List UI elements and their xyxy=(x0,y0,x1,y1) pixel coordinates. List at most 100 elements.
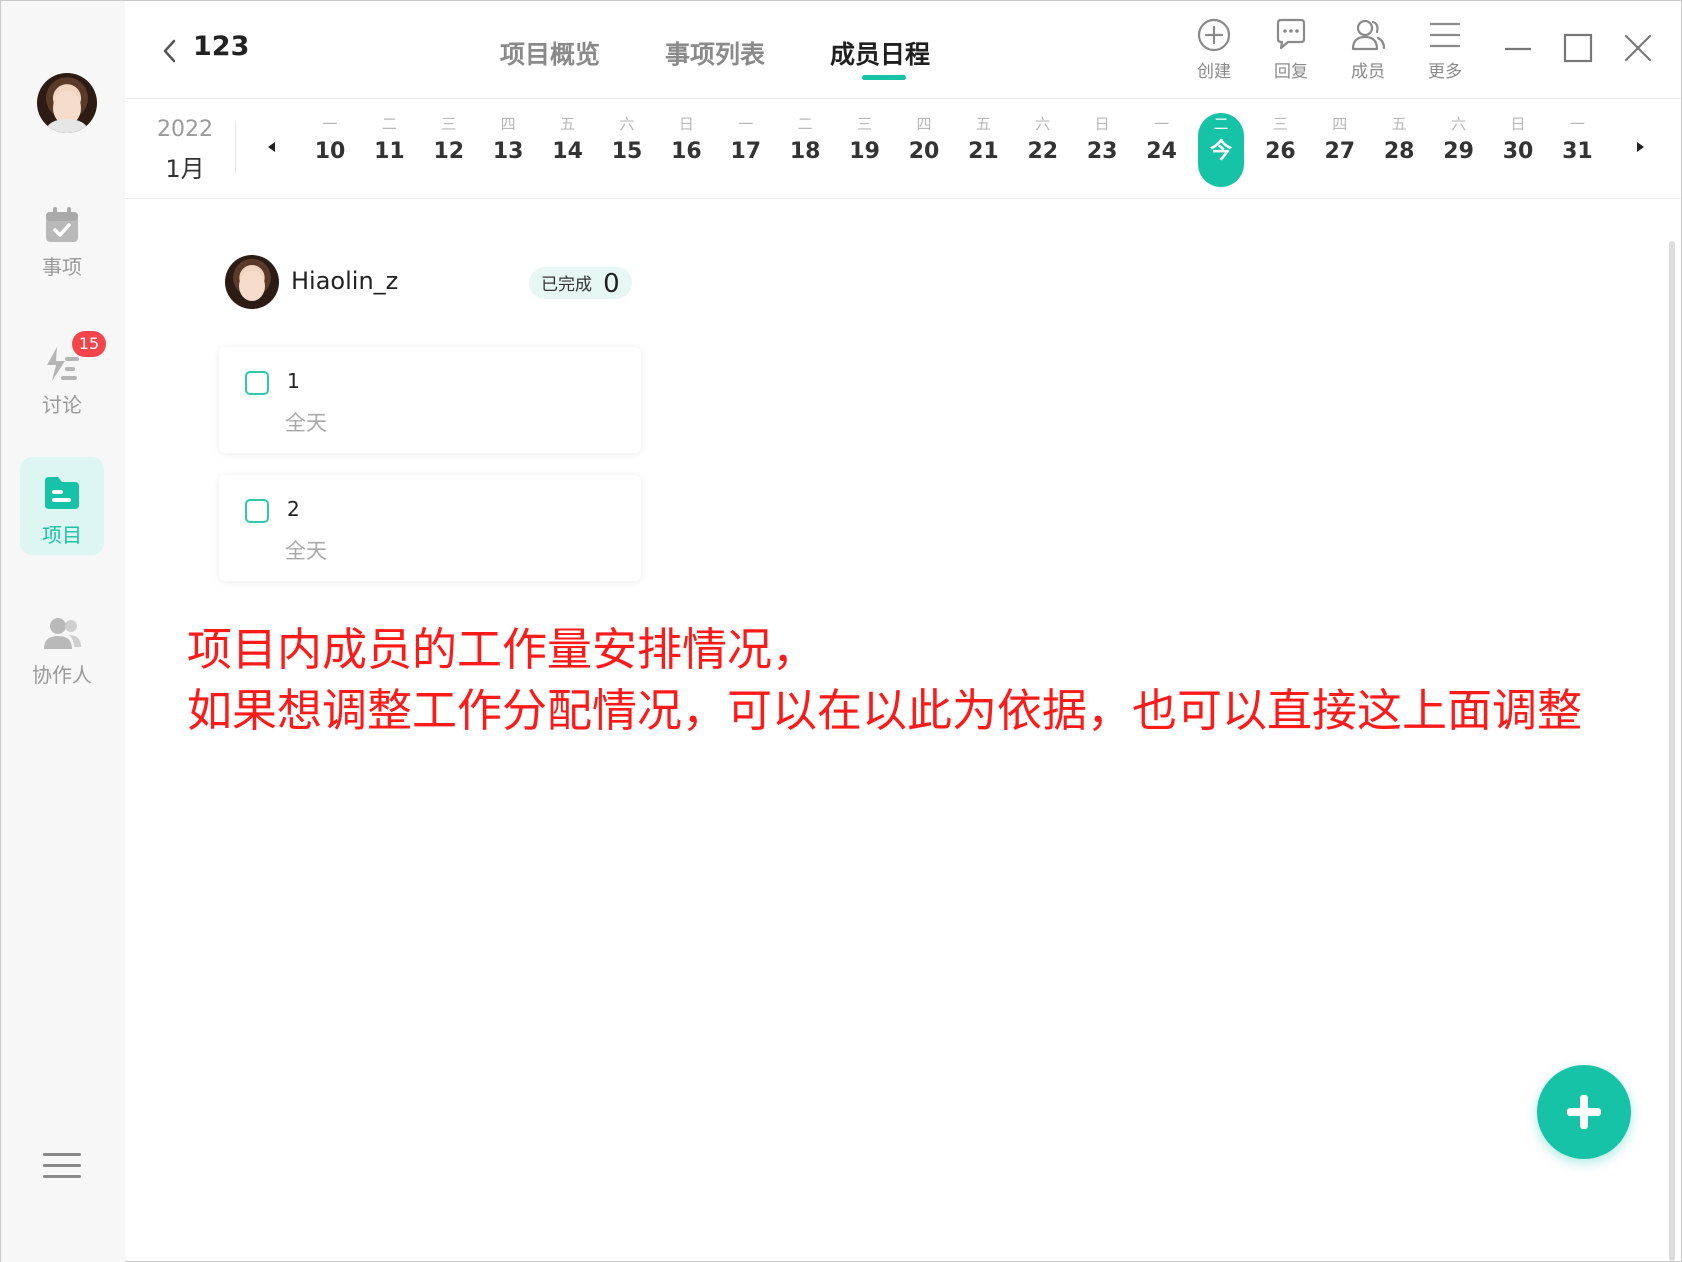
calendar-month[interactable]: 1月 xyxy=(155,149,215,184)
day-cell[interactable]: 六 15 xyxy=(604,113,650,187)
members-icon xyxy=(1351,19,1386,51)
task-card[interactable]: 2 全天 xyxy=(219,475,641,581)
members-label: 成员 xyxy=(1351,62,1385,82)
weekday-label: 四 xyxy=(916,115,932,133)
sidebar-item-projects[interactable]: 项目 xyxy=(20,457,104,555)
day-number: 23 xyxy=(1086,139,1118,164)
completed-count: 0 xyxy=(603,269,620,299)
weekday-label: 五 xyxy=(975,115,991,133)
day-cell[interactable]: 三 12 xyxy=(426,113,472,187)
day-cell[interactable]: 二 11 xyxy=(366,113,412,187)
active-tab-indicator xyxy=(862,75,906,80)
sidebar-item-label: 讨论 xyxy=(42,393,82,417)
tab-task-list[interactable]: 事项列表 xyxy=(665,35,765,71)
add-floating-button[interactable] xyxy=(1537,1065,1631,1159)
day-cell[interactable]: 五 28 xyxy=(1376,113,1422,187)
reply-button[interactable]: 回复 xyxy=(1261,17,1321,82)
annotation-text: 项目内成员的工作量安排情况， 如果想调整工作分配情况，可以在以此为依据，也可以直… xyxy=(187,619,1607,741)
create-label: 创建 xyxy=(1197,62,1231,82)
day-number: 15 xyxy=(611,139,643,164)
app-window: 事项 15 讨论 项目 协作人 123 项目概览 事项列表 成员日程 创建 回复… xyxy=(0,0,1682,1262)
annotation-line-1: 项目内成员的工作量安排情况， xyxy=(187,623,818,676)
day-number: 21 xyxy=(968,139,999,164)
weekday-label: 三 xyxy=(857,115,873,133)
plus-icon-vertical xyxy=(1580,1095,1588,1129)
day-number: 14 xyxy=(552,139,583,164)
day-cell[interactable]: 三 26 xyxy=(1257,113,1303,187)
minimize-icon[interactable] xyxy=(1501,31,1535,65)
prev-week-arrow-icon[interactable] xyxy=(265,139,279,155)
task-checkbox[interactable] xyxy=(245,499,269,523)
weekday-label: 五 xyxy=(560,115,576,133)
day-cell[interactable]: 四 13 xyxy=(485,113,531,187)
day-cell-today[interactable]: 二今 xyxy=(1198,113,1244,187)
avatar-face xyxy=(239,271,265,301)
day-cell[interactable]: 六 22 xyxy=(1020,113,1066,187)
weekday-label: 三 xyxy=(1272,115,1288,133)
weekday-label: 四 xyxy=(1332,115,1348,133)
day-cell[interactable]: 一 17 xyxy=(723,113,769,187)
day-cell[interactable]: 三 19 xyxy=(842,113,888,187)
day-cell[interactable]: 日 23 xyxy=(1079,113,1125,187)
task-time: 全天 xyxy=(285,411,327,435)
day-cell[interactable]: 一 31 xyxy=(1554,113,1600,187)
weekday-label: 六 xyxy=(1451,115,1467,133)
close-icon[interactable] xyxy=(1621,31,1655,65)
weekday-label: 二 xyxy=(797,115,813,133)
annotation-line-2: 如果想调整工作分配情况，可以在以此为依据，也可以直接这上面调整 xyxy=(187,684,1583,737)
calendar-check-icon xyxy=(46,207,78,242)
weekday-label: 一 xyxy=(738,115,754,133)
day-cell[interactable]: 四 20 xyxy=(901,113,947,187)
maximize-icon[interactable] xyxy=(1561,31,1595,65)
create-button[interactable]: 创建 xyxy=(1184,17,1244,82)
back-arrow-icon[interactable] xyxy=(159,33,179,69)
day-cell[interactable]: 四 27 xyxy=(1317,113,1363,187)
day-cell[interactable]: 五 21 xyxy=(960,113,1006,187)
weekday-label: 六 xyxy=(619,115,635,133)
day-number: 16 xyxy=(671,139,702,164)
day-number: 今 xyxy=(1209,139,1232,164)
members-button[interactable]: 成员 xyxy=(1338,17,1398,82)
day-cell[interactable]: 一 10 xyxy=(307,113,353,187)
weekday-label: 四 xyxy=(500,115,516,133)
day-cell[interactable]: 日 30 xyxy=(1495,113,1541,187)
sidebar-item-tasks[interactable]: 事项 xyxy=(20,189,104,287)
day-number: 18 xyxy=(789,139,821,164)
day-number: 17 xyxy=(730,139,762,164)
day-cell[interactable]: 五 14 xyxy=(545,113,591,187)
day-cell[interactable]: 二 18 xyxy=(782,113,828,187)
reply-label: 回复 xyxy=(1274,62,1308,82)
sidebar-item-discussion[interactable]: 15 讨论 xyxy=(20,327,106,425)
divider xyxy=(235,121,236,173)
tab-overview[interactable]: 项目概览 xyxy=(500,35,600,71)
weekday-label: 日 xyxy=(1094,115,1110,133)
more-button[interactable]: 更多 xyxy=(1415,17,1475,82)
hamburger-menu-icon[interactable] xyxy=(43,1151,81,1181)
sidebar-item-label: 事项 xyxy=(42,255,82,279)
day-number: 20 xyxy=(908,139,940,164)
member-avatar xyxy=(225,255,279,309)
day-number: 24 xyxy=(1146,139,1177,164)
user-avatar[interactable] xyxy=(37,73,97,133)
discussion-count-badge: 15 xyxy=(72,331,106,357)
day-number: 26 xyxy=(1265,139,1296,164)
next-week-arrow-icon[interactable] xyxy=(1633,139,1647,155)
day-cell[interactable]: 日 16 xyxy=(663,113,709,187)
day-number: 27 xyxy=(1324,139,1356,164)
day-cell[interactable]: 六 29 xyxy=(1436,113,1482,187)
day-number: 13 xyxy=(492,139,524,164)
tab-member-schedule[interactable]: 成员日程 xyxy=(830,35,930,71)
task-checkbox[interactable] xyxy=(245,371,269,395)
day-number: 30 xyxy=(1502,139,1534,164)
day-number: 10 xyxy=(314,139,346,164)
plus-circle-icon xyxy=(1197,18,1231,52)
day-cell[interactable]: 一 24 xyxy=(1139,113,1185,187)
sidebar-item-collaborators[interactable]: 协作人 xyxy=(20,597,104,695)
weekday-label: 三 xyxy=(441,115,457,133)
weekday-label: 日 xyxy=(678,115,694,133)
task-card[interactable]: 1 全天 xyxy=(219,347,641,453)
weekday-label: 二 xyxy=(1213,115,1229,133)
chat-bubble-icon xyxy=(1276,18,1306,50)
vertical-scrollbar[interactable] xyxy=(1669,241,1675,1261)
more-label: 更多 xyxy=(1428,62,1462,82)
